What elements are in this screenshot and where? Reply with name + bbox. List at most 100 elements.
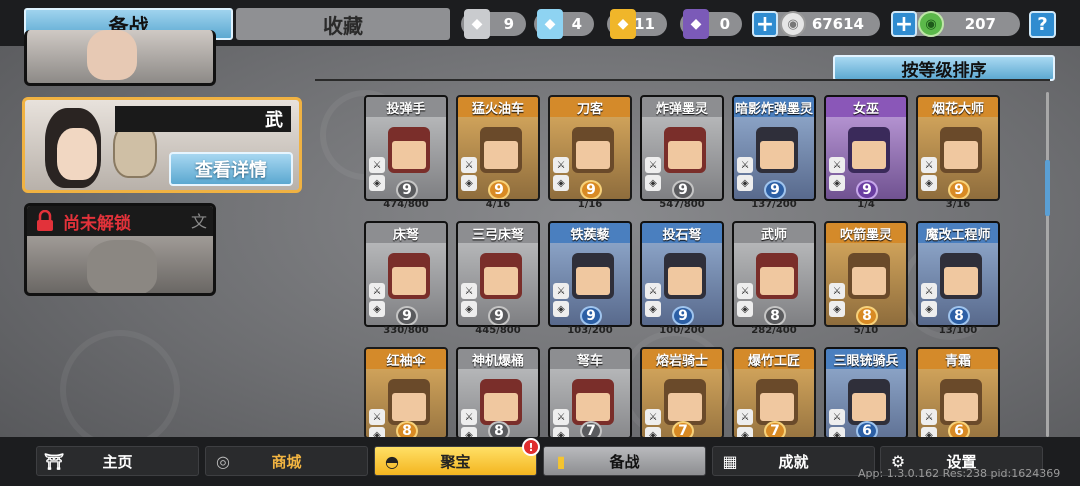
add-jade-button[interactable]: + xyxy=(891,11,917,37)
scrollbar-track[interactable] xyxy=(1046,92,1049,437)
unit-name: 弩车 xyxy=(550,349,630,369)
nav-prepare[interactable]: ▮ 备战 xyxy=(543,446,706,476)
unit-card[interactable]: 熔岩骑士 ⚔ ◈ 7 xyxy=(640,347,724,439)
unit-name: 投石弩 xyxy=(642,223,722,243)
unit-level: 8 xyxy=(488,421,510,437)
unit-card[interactable]: 吹箭墨灵 ⚔ ◈ 8 xyxy=(824,221,908,327)
unit-card[interactable]: 青霜 ⚔ ◈ 6 xyxy=(916,347,1000,439)
sort-by-level-button[interactable]: 按等级排序 xyxy=(833,55,1055,81)
nav-label: 成就 xyxy=(778,452,809,471)
unit-card[interactable]: 铁蒺藜 ⚔ ◈ 9 xyxy=(548,221,632,327)
unit-card[interactable]: 床弩 ⚔ ◈ 9 xyxy=(364,221,448,327)
unit-face xyxy=(576,393,610,421)
treasure-bowl-icon: ◓ xyxy=(385,451,399,471)
silver-shield-icon: ◆ xyxy=(464,9,490,39)
unit-progress: 5/10 xyxy=(853,325,879,336)
unit-card[interactable]: 三眼铳骑兵 ⚔ ◈ 6 xyxy=(824,347,908,439)
unit-card[interactable]: 神机爆桶 ⚔ ◈ 8 xyxy=(456,347,540,439)
skill-icon: ◈ xyxy=(553,175,569,191)
unit-face xyxy=(576,267,610,295)
unit-name: 投弹手 xyxy=(366,97,446,117)
hero-portrait xyxy=(87,30,137,80)
unit-card[interactable]: 暗影炸弹墨灵 ⚔ ◈ 9 xyxy=(732,95,816,201)
unit-skills: ⚔ ◈ xyxy=(829,283,847,319)
unit-level: 9 xyxy=(396,306,418,325)
tab-collection[interactable]: 收藏 xyxy=(236,8,450,40)
unit-card[interactable]: 三弓床弩 ⚔ ◈ 9 xyxy=(456,221,540,327)
skill-icon: ⚔ xyxy=(553,157,569,173)
unit-progress: 4/16 xyxy=(485,199,511,210)
unit-skills: ⚔ ◈ xyxy=(645,409,663,437)
unit-card[interactable]: 弩车 ⚔ ◈ 7 xyxy=(548,347,632,439)
unit-progress: 547/800 xyxy=(659,199,705,210)
unit-level: 8 xyxy=(948,306,970,325)
unit-name: 暗影炸弹墨灵 xyxy=(734,97,814,117)
unit-card[interactable]: 猛火油车 ⚔ ◈ 9 xyxy=(456,95,540,201)
unit-name: 神机爆桶 xyxy=(458,349,538,369)
unit-skills: ⚔ ◈ xyxy=(737,409,755,437)
unit-level: 9 xyxy=(948,180,970,199)
unit-face xyxy=(668,267,702,295)
skill-icon: ⚔ xyxy=(829,283,845,299)
unit-card[interactable]: 武师 ⚔ ◈ 8 xyxy=(732,221,816,327)
unit-card[interactable]: 红袖伞 ⚔ ◈ 8 xyxy=(364,347,448,439)
nav-label: 商城 xyxy=(271,452,302,471)
skill-icon: ⚔ xyxy=(737,409,753,425)
add-silver-button[interactable]: + xyxy=(752,11,778,37)
skill-icon: ◈ xyxy=(645,301,661,317)
unit-card[interactable]: 投弹手 ⚔ ◈ 9 xyxy=(364,95,448,201)
crystal-shield-icon: ◆ xyxy=(537,9,563,39)
gold-shield-icon: ◆ xyxy=(610,9,636,39)
skill-icon: ⚔ xyxy=(921,283,937,299)
hero-card-selected[interactable]: 武 查看详情 xyxy=(22,97,302,193)
nav-treasure[interactable]: ◓ 聚宝 xyxy=(374,446,537,476)
unit-name: 猛火油车 xyxy=(458,97,538,117)
skill-icon: ⚔ xyxy=(553,283,569,299)
unit-level: 9 xyxy=(396,180,418,199)
skill-icon: ⚔ xyxy=(369,409,385,425)
unit-card[interactable]: 烟花大师 ⚔ ◈ 9 xyxy=(916,95,1000,201)
unit-card[interactable]: 魔改工程师 ⚔ ◈ 8 xyxy=(916,221,1000,327)
unit-skills: ⚔ ◈ xyxy=(737,283,755,319)
skill-icon: ⚔ xyxy=(921,409,937,425)
scrollbar-thumb[interactable] xyxy=(1045,160,1050,216)
unit-level: 9 xyxy=(488,306,510,325)
grid-icon: ▦ xyxy=(722,451,738,471)
skill-icon: ◈ xyxy=(737,301,753,317)
skill-icon: ◈ xyxy=(921,301,937,317)
unit-name: 铁蒺藜 xyxy=(550,223,630,243)
unit-level: 9 xyxy=(672,306,694,325)
unit-card[interactable]: 炸弹墨灵 ⚔ ◈ 9 xyxy=(640,95,724,201)
nav-label: 主页 xyxy=(102,452,133,471)
purple-shield-icon: ◆ xyxy=(683,9,709,39)
divider xyxy=(315,79,1050,81)
view-details-button[interactable]: 查看详情 xyxy=(169,152,293,186)
unit-card[interactable]: 刀客 ⚔ ◈ 9 xyxy=(548,95,632,201)
skill-icon: ⚔ xyxy=(645,409,661,425)
unit-name: 三眼铳骑兵 xyxy=(826,349,906,369)
unit-face xyxy=(944,393,978,421)
unit-card[interactable]: 爆竹工匠 ⚔ ◈ 7 xyxy=(732,347,816,439)
skill-icon: ◈ xyxy=(553,301,569,317)
nav-achievements[interactable]: ▦ 成就 xyxy=(712,446,875,476)
unit-level: 8 xyxy=(764,306,786,325)
unit-face xyxy=(484,267,518,295)
unit-name: 床弩 xyxy=(366,223,446,243)
unit-face xyxy=(392,267,426,295)
nav-shop[interactable]: ◎ 商城 xyxy=(205,446,368,476)
skill-icon: ⚔ xyxy=(461,283,477,299)
unit-card[interactable]: 投石弩 ⚔ ◈ 9 xyxy=(640,221,724,327)
unit-name: 魔改工程师 xyxy=(918,223,998,243)
help-button[interactable]: ? xyxy=(1029,11,1056,38)
unit-skills: ⚔ ◈ xyxy=(369,409,387,437)
hero-card-top[interactable] xyxy=(24,30,216,86)
unit-face xyxy=(392,141,426,169)
hero-class-tag: 文 xyxy=(190,212,207,231)
temple-icon: ⛩ xyxy=(43,451,65,471)
unit-level: 7 xyxy=(580,421,602,437)
nav-home[interactable]: ⛩ 主页 xyxy=(36,446,199,476)
unit-name: 刀客 xyxy=(550,97,630,117)
unit-card[interactable]: 女巫 ⚔ ◈ 9 xyxy=(824,95,908,201)
hero-card-locked[interactable]: 尚未解锁 文 xyxy=(24,203,216,296)
unit-level: 9 xyxy=(764,180,786,199)
